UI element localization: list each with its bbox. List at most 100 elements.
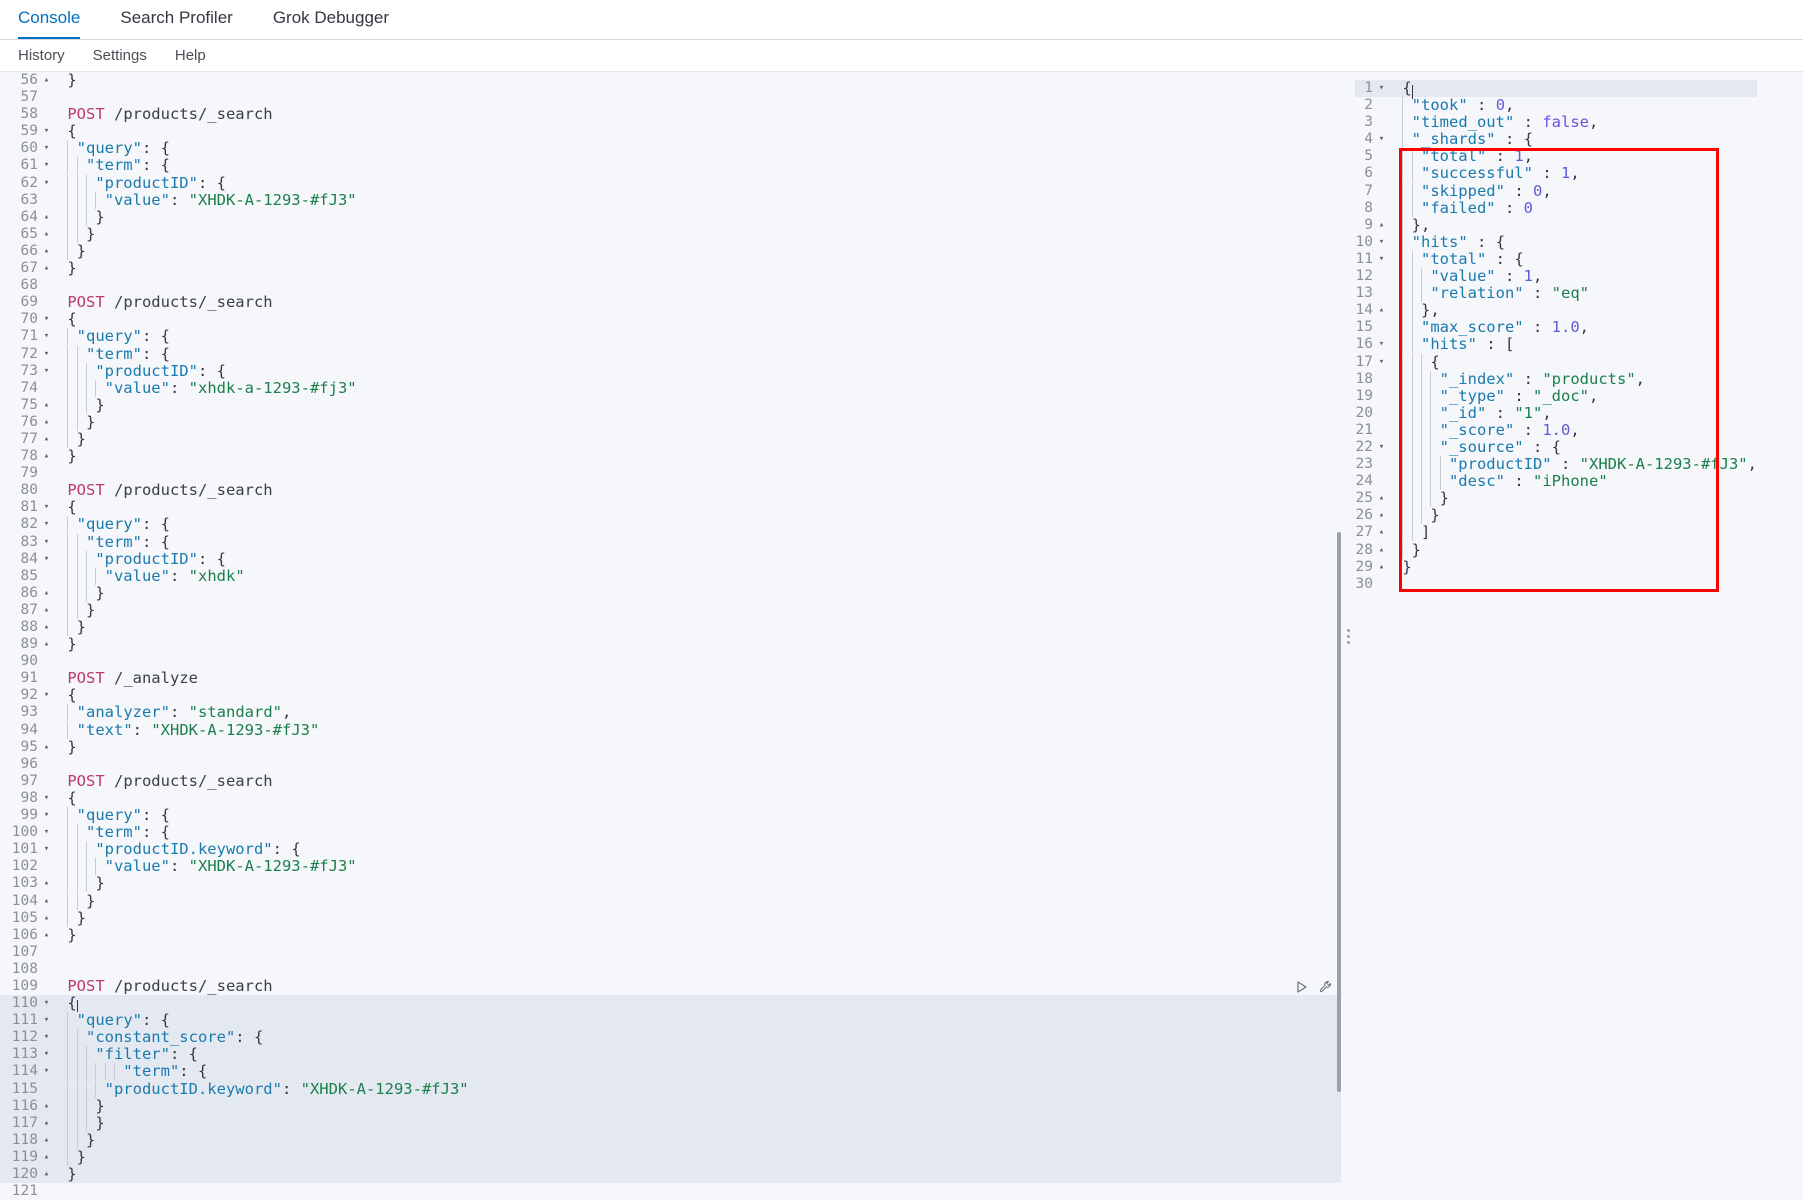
fold-toggle-icon[interactable]: ▾: [40, 516, 53, 533]
code-line[interactable]: 21 "_score" : 1.0,: [1341, 421, 1757, 439]
code-line[interactable]: 78 ▴}: [0, 448, 1341, 465]
menu-item-settings[interactable]: Settings: [93, 47, 147, 64]
code-line[interactable]: 63 "value": "XHDK-A-1293-#fJ3": [0, 191, 1341, 209]
code-line[interactable]: 85 "value": "xhdk": [0, 567, 1341, 585]
code-line[interactable]: 69 POST/products/_search: [0, 294, 1341, 311]
code-line[interactable]: 18 "_index" : "products",: [1341, 370, 1757, 388]
code-line[interactable]: 107: [0, 944, 1341, 961]
code-line[interactable]: 111 ▾ "query": {: [0, 1012, 1341, 1030]
code-line[interactable]: 84 ▾ "productID": {: [0, 550, 1341, 568]
code-line[interactable]: 72 ▾ "term": {: [0, 345, 1341, 363]
code-line[interactable]: 28 ▴}: [1341, 541, 1757, 559]
code-line[interactable]: 9 ▴},: [1341, 216, 1757, 234]
wrench-icon[interactable]: [1317, 979, 1333, 995]
code-line[interactable]: 76 ▴}: [0, 413, 1341, 431]
code-line[interactable]: 2 "took" : 0,: [1341, 97, 1757, 115]
response-output-pane[interactable]: 1 ▾{2 "took" : 0, 3 "timed_out" : false, 4 ▾ "_…: [1341, 72, 1803, 1200]
code-line[interactable]: 104 ▴}: [0, 892, 1341, 910]
menu-item-help[interactable]: Help: [175, 47, 206, 64]
fold-toggle-icon[interactable]: ▾: [40, 140, 53, 157]
code-line[interactable]: 12 "value" : 1,: [1341, 267, 1757, 286]
code-line[interactable]: 15 "max_score" : 1.0,: [1341, 319, 1757, 337]
code-line[interactable]: 92 ▾ {: [0, 687, 1341, 704]
fold-toggle-icon[interactable]: ▴: [40, 619, 53, 636]
code-line[interactable]: 113 ▾ "filter": {: [0, 1046, 1341, 1064]
tab-console[interactable]: Console: [18, 9, 81, 39]
code-line[interactable]: 11 ▾ "total" : {: [1341, 250, 1757, 268]
code-line[interactable]: 70 ▾ {: [0, 311, 1341, 328]
code-line[interactable]: 67 ▴}: [0, 259, 1341, 277]
fold-toggle-icon[interactable]: ▴: [1375, 559, 1388, 576]
fold-toggle-icon[interactable]: ▴: [40, 893, 53, 910]
fold-toggle-icon[interactable]: ▴: [1375, 302, 1388, 319]
code-line[interactable]: 6 "successful" : 1,: [1341, 165, 1757, 183]
code-line[interactable]: 17 ▾{: [1341, 353, 1757, 371]
fold-toggle-icon[interactable]: ▴: [40, 585, 53, 602]
code-line[interactable]: 119 ▴}: [0, 1148, 1341, 1166]
fold-toggle-icon[interactable]: ▴: [40, 260, 53, 277]
code-line[interactable]: 58 POST/products/_search: [0, 106, 1341, 123]
code-line[interactable]: 74 "value": "xhdk-a-1293-#fj3": [0, 379, 1341, 397]
fold-toggle-icon[interactable]: ▴: [40, 1166, 53, 1183]
fold-toggle-icon[interactable]: ▴: [40, 1098, 53, 1115]
code-line[interactable]: 86 ▴}: [0, 584, 1341, 602]
code-line[interactable]: 66 ▴}: [0, 242, 1341, 260]
code-line[interactable]: 3 "timed_out" : false,: [1341, 114, 1757, 132]
fold-toggle-icon[interactable]: ▴: [40, 739, 53, 756]
fold-toggle-icon[interactable]: ▾: [1375, 234, 1388, 251]
code-line[interactable]: 121: [0, 1183, 1341, 1200]
code-line[interactable]: 23 "productID" : "XHDK-A-1293-#fJ3",: [1341, 456, 1757, 474]
fold-toggle-icon[interactable]: ▾: [40, 328, 53, 345]
code-line[interactable]: 81 ▾ {: [0, 499, 1341, 516]
code-line[interactable]: 30: [1341, 576, 1757, 593]
code-line[interactable]: 20 "_id" : "1",: [1341, 404, 1757, 422]
code-line[interactable]: 71 ▾ "query": {: [0, 328, 1341, 346]
code-line[interactable]: 27 ▴]: [1341, 524, 1757, 542]
code-line[interactable]: 56 ▴}: [0, 72, 1341, 89]
menu-item-history[interactable]: History: [18, 47, 65, 64]
fold-toggle-icon[interactable]: ▾: [40, 1046, 53, 1063]
code-line[interactable]: 82 ▾ "query": {: [0, 516, 1341, 534]
code-line[interactable]: 65 ▴}: [0, 225, 1341, 243]
code-line[interactable]: 99 ▾ "query": {: [0, 806, 1341, 825]
fold-toggle-icon[interactable]: ▾: [40, 123, 53, 140]
code-line[interactable]: 64 ▴}: [0, 208, 1341, 226]
fold-toggle-icon[interactable]: ▾: [40, 1063, 53, 1080]
fold-toggle-icon[interactable]: ▴: [40, 431, 53, 448]
code-line[interactable]: 116 ▴}: [0, 1097, 1341, 1115]
fold-toggle-icon[interactable]: ▾: [40, 1012, 53, 1029]
fold-toggle-icon[interactable]: ▾: [40, 311, 53, 328]
pane-splitter-handle[interactable]: [1341, 72, 1355, 1200]
code-line[interactable]: 103 ▴}: [0, 875, 1341, 893]
request-editor-code[interactable]: 56 ▴} 57 58 POST/products/_search 59 ▾{60 ▾ "que…: [0, 72, 1341, 1200]
code-line[interactable]: 114 ▾ "term": {: [0, 1063, 1341, 1081]
fold-toggle-icon[interactable]: ▴: [40, 448, 53, 465]
fold-toggle-icon[interactable]: ▴: [40, 602, 53, 619]
fold-toggle-icon[interactable]: ▾: [1375, 251, 1388, 268]
fold-toggle-icon[interactable]: ▾: [40, 687, 53, 704]
code-line[interactable]: 106 ▴}: [0, 926, 1341, 944]
code-line[interactable]: 117 ▴}: [0, 1114, 1341, 1132]
code-line[interactable]: 83 ▾ "term": {: [0, 533, 1341, 551]
code-line[interactable]: 120 ▴}: [0, 1165, 1341, 1184]
code-line[interactable]: 118 ▴}: [0, 1131, 1341, 1149]
code-line[interactable]: 62 ▾ "productID": {: [0, 174, 1341, 192]
code-line[interactable]: 75 ▴}: [0, 396, 1341, 414]
code-line[interactable]: 89 ▴}: [0, 636, 1341, 653]
line-action-group[interactable]: [1294, 978, 1333, 995]
code-line[interactable]: 73 ▾ "productID": {: [0, 362, 1341, 380]
code-line[interactable]: 5 "total" : 1,: [1341, 148, 1757, 166]
request-editor-pane[interactable]: 56 ▴} 57 58 POST/products/_search 59 ▾{60 ▾ "que…: [0, 72, 1341, 1200]
code-line[interactable]: 10 ▾ "hits" : {: [1341, 233, 1757, 251]
fold-toggle-icon[interactable]: ▴: [40, 910, 53, 927]
fold-toggle-icon[interactable]: ▴: [40, 72, 53, 89]
code-line[interactable]: 96: [0, 756, 1341, 773]
fold-toggle-icon[interactable]: ▾: [1375, 131, 1388, 148]
code-line[interactable]: 14 ▴},: [1341, 302, 1757, 320]
fold-toggle-icon[interactable]: ▴: [1375, 524, 1388, 541]
fold-toggle-icon[interactable]: ▴: [40, 1149, 53, 1166]
fold-toggle-icon[interactable]: ▾: [40, 157, 53, 174]
fold-toggle-icon[interactable]: ▾: [40, 995, 53, 1012]
code-line[interactable]: 112 ▾ "constant_score": {: [0, 1029, 1341, 1047]
tab-search-profiler[interactable]: Search Profiler: [120, 9, 232, 39]
